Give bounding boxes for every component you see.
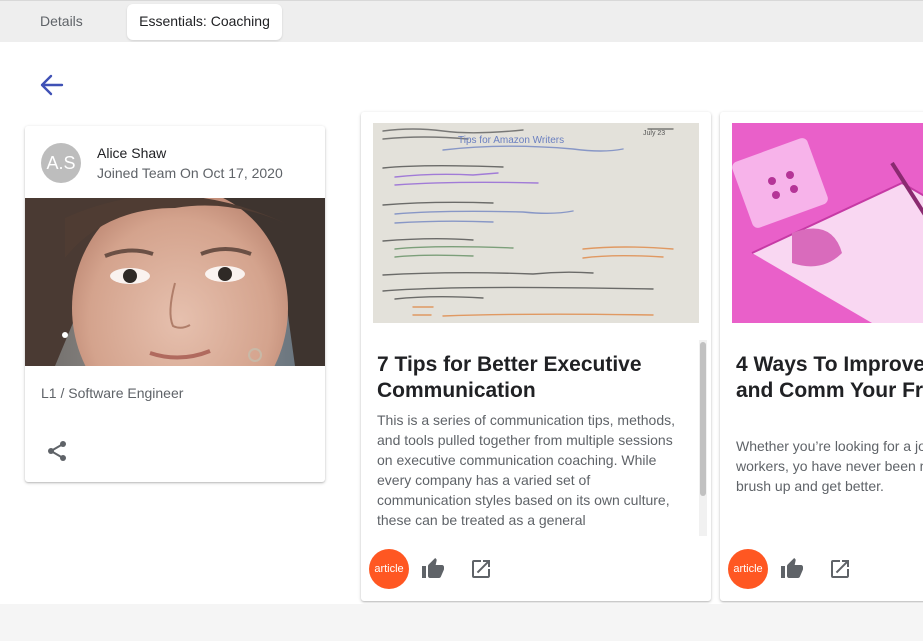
page-footer-area [0,604,923,641]
back-button[interactable] [38,72,66,98]
whiteboard-date: July 23 [643,130,665,137]
open-link-button[interactable] [828,557,852,581]
avatar: A.S [41,143,81,183]
profile-role: L1 / Software Engineer [41,385,184,401]
arrow-left-icon [40,74,64,96]
whiteboard-heading: Tips for Amazon Writers [458,135,564,146]
article-actions: article [720,547,923,591]
article-card[interactable]: Tips for Amazon Writers July 23 7 Tips f… [361,112,711,601]
share-icon [48,441,66,461]
article-card[interactable]: 4 Ways To Improve Writing and Comm Your … [720,112,923,601]
tab-essentials-coaching[interactable]: Essentials: Coaching [127,4,282,40]
article-title[interactable]: 4 Ways To Improve Writing and Comm Your … [736,352,923,404]
article-image-whiteboard: Tips for Amazon Writers July 23 [373,123,699,323]
profile-photo [25,198,325,366]
article-description: Whether you’re looking for a jo millions… [736,438,923,494]
thumbs-up-icon [781,558,803,578]
article-type-badge: article [369,549,409,589]
open-in-new-icon [472,560,490,578]
article-title[interactable]: 7 Tips for Better Executive Communicatio… [377,352,677,404]
tab-details[interactable]: Details [32,4,91,40]
article-body: 7 Tips for Better Executive Communicatio… [361,337,711,533]
article-scrollbar[interactable] [699,340,707,536]
share-button[interactable] [45,439,69,463]
like-button[interactable] [780,557,804,581]
open-link-button[interactable] [469,557,493,581]
tab-bar: Details Essentials: Coaching [0,0,923,42]
like-button[interactable] [421,557,445,581]
article-description: This is a series of communication tips, … [377,412,676,528]
open-in-new-icon [831,560,849,578]
article-body: 4 Ways To Improve Writing and Comm Your … [720,337,923,533]
article-actions: article [361,547,711,591]
profile-card: A.S Alice Shaw Joined Team On Oct 17, 20… [25,126,325,482]
main-content: A.S Alice Shaw Joined Team On Oct 17, 20… [0,42,923,604]
thumbs-up-icon [422,558,444,578]
article-image-notebook [732,123,923,323]
profile-name: Alice Shaw [97,145,167,161]
profile-joined-date: Joined Team On Oct 17, 2020 [97,165,283,181]
article-type-badge: article [728,549,768,589]
scrollbar-thumb[interactable] [700,342,706,496]
